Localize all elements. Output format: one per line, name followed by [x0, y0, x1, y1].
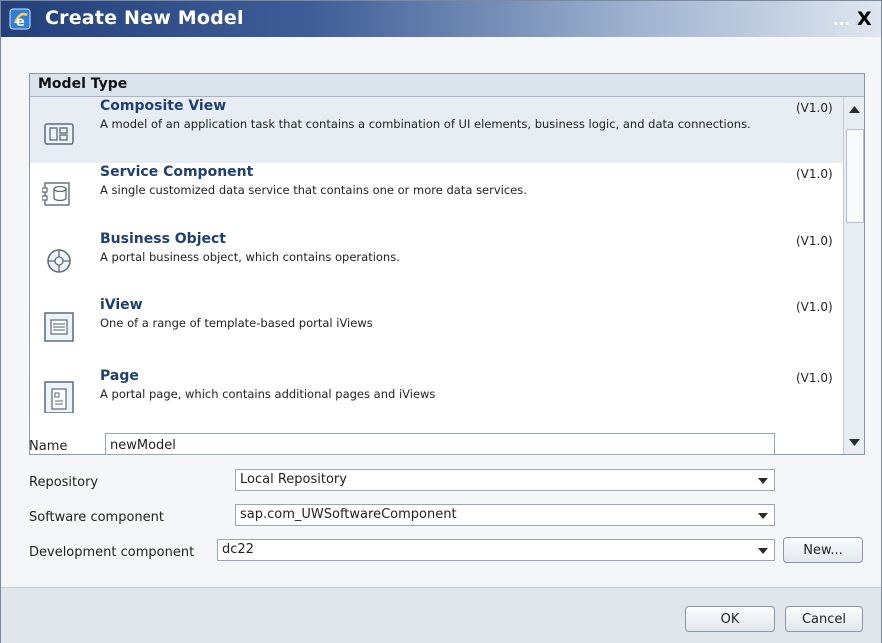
repository-value: Local Repository [240, 472, 347, 487]
dialog-content: Model Type Composite View (V1.0) A model… [1, 37, 881, 587]
new-component-button[interactable]: New... [783, 537, 863, 563]
item-description: A model of an application task that cont… [100, 117, 751, 131]
model-type-list: Model Type Composite View (V1.0) A model… [29, 73, 865, 455]
software-component-label: Software component [29, 510, 164, 525]
chevron-down-icon[interactable] [756, 511, 770, 521]
item-version: (V1.0) [796, 167, 833, 181]
list-item-composite-view[interactable]: Composite View (V1.0) A model of an appl… [30, 97, 843, 163]
item-name: iView [100, 297, 143, 313]
item-description: A portal business object, which contains… [100, 250, 400, 264]
item-version: (V1.0) [796, 234, 833, 248]
software-component-select[interactable]: sap.com_UWSoftwareComponent [235, 504, 775, 526]
dialog-footer: OK Cancel [1, 587, 881, 643]
name-label: Name [29, 439, 68, 454]
chevron-down-icon[interactable] [756, 476, 770, 486]
item-name: Page [100, 368, 139, 384]
item-name: Business Object [100, 231, 226, 247]
scroll-up-icon[interactable] [845, 100, 864, 119]
composite-view-icon [44, 123, 74, 145]
list-item-service-component[interactable]: Service Component (V1.0) A single custom… [30, 163, 843, 230]
page-icon [44, 381, 74, 413]
item-description: One of a range of template-based portal … [100, 316, 373, 330]
scroll-down-icon[interactable] [845, 433, 864, 452]
name-input[interactable] [106, 435, 749, 456]
model-type-header: Model Type [38, 76, 128, 92]
item-description: A single customized data service that co… [100, 183, 527, 197]
model-type-items: Composite View (V1.0) A model of an appl… [30, 97, 843, 454]
list-item-iview[interactable]: iView (V1.0) One of a range of template-… [30, 296, 843, 367]
software-component-value: sap.com_UWSoftwareComponent [240, 507, 457, 522]
app-icon: e [9, 8, 31, 30]
create-new-model-dialog: e Create New Model ... X Model Type Comp… [0, 0, 882, 643]
ok-button[interactable]: OK [685, 606, 775, 632]
item-description: A portal page, which contains additional… [100, 387, 436, 401]
repository-select[interactable]: Local Repository [235, 469, 775, 491]
item-name: Service Component [100, 164, 254, 180]
development-component-select[interactable]: dc22 [217, 539, 775, 561]
title-bar[interactable]: e Create New Model ... X [1, 1, 881, 37]
cancel-button[interactable]: Cancel [785, 606, 863, 632]
list-scrollbar[interactable] [843, 97, 864, 454]
development-component-value: dc22 [222, 542, 254, 557]
item-version: (V1.0) [796, 101, 833, 115]
window-title: Create New Model [45, 7, 244, 29]
svg-text:e: e [16, 15, 25, 30]
item-name: Composite View [100, 98, 227, 114]
business-object-icon [47, 249, 71, 273]
item-version: (V1.0) [796, 300, 833, 314]
development-component-label: Development component [29, 545, 195, 560]
service-component-icon [42, 182, 70, 206]
close-icon[interactable]: X [857, 8, 872, 30]
repository-label: Repository [29, 475, 99, 490]
scroll-thumb[interactable] [846, 129, 864, 223]
list-header: Model Type [30, 74, 864, 97]
item-version: (V1.0) [796, 371, 833, 385]
name-field[interactable] [105, 433, 775, 456]
iview-icon [44, 312, 74, 342]
title-menu-dots[interactable]: ... [833, 11, 850, 29]
list-item-business-object[interactable]: Business Object (V1.0) A portal business… [30, 230, 843, 296]
chevron-down-icon[interactable] [756, 546, 770, 556]
